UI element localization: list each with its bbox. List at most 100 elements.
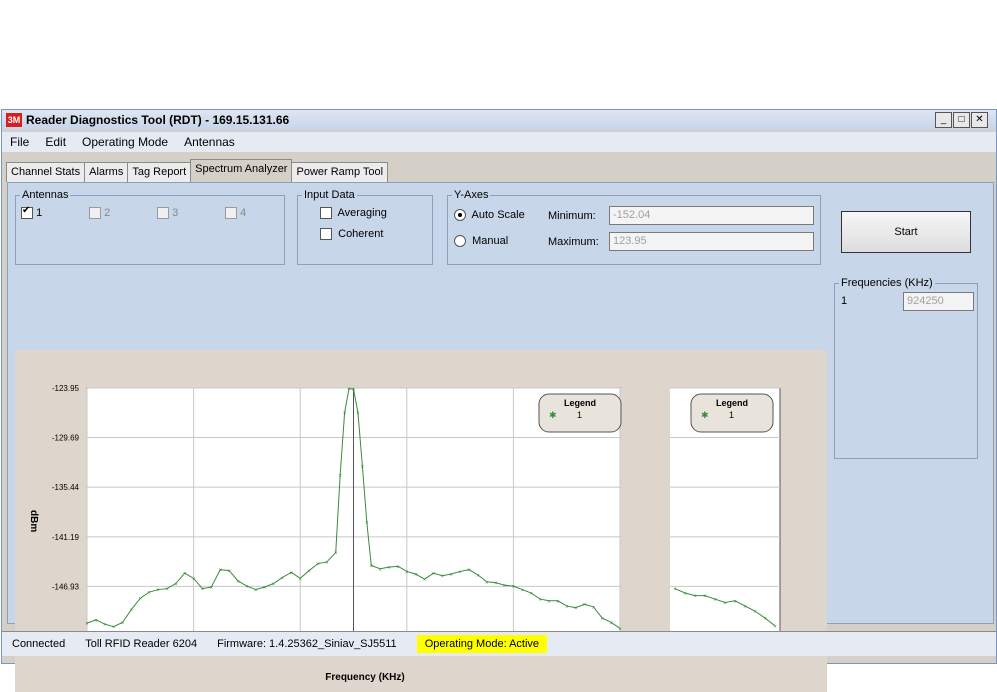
chart-point: × <box>227 569 231 575</box>
chart-legend-series-name: 1 <box>729 410 734 420</box>
maximize-icon[interactable]: □ <box>953 112 970 128</box>
averaging-option[interactable]: Averaging <box>320 207 387 220</box>
chart-point: × <box>396 565 400 571</box>
tab-channel-stats[interactable]: Channel Stats <box>6 162 86 182</box>
chart-point: × <box>485 580 489 586</box>
antenna-3-checkbox <box>157 207 169 220</box>
auto-scale-option[interactable]: Auto Scale <box>454 209 525 222</box>
status-operating-mode: Operating Mode: Active <box>416 635 548 653</box>
chart-point: × <box>600 617 604 623</box>
antenna-4-label: 4 <box>240 207 247 219</box>
chart-point: × <box>574 606 578 612</box>
status-reader: Toll RFID Reader 6204 <box>85 638 198 650</box>
input-data-legend: Input Data <box>304 189 355 201</box>
chart-point: × <box>414 573 418 579</box>
chart-point: × <box>592 605 596 611</box>
start-button[interactable]: Start <box>841 211 971 253</box>
chart-point: × <box>103 623 107 629</box>
chart-point: × <box>476 573 480 579</box>
chart-point: × <box>130 608 134 614</box>
minimize-icon[interactable]: _ <box>935 112 952 128</box>
chart2-point: × <box>733 599 737 605</box>
antenna-1-label: 1 <box>36 207 43 219</box>
chart2-point: × <box>763 617 767 623</box>
frequency-row-value[interactable]: 924250 <box>903 292 974 311</box>
chart-point: × <box>316 562 320 568</box>
antenna-3: 3 <box>157 207 225 220</box>
antenna-1-checkbox[interactable] <box>21 205 33 220</box>
chart-point: × <box>298 577 302 583</box>
manual-radio[interactable] <box>454 235 466 248</box>
status-firmware: Firmware: 1.4.25362_Siniav_SJ5511 <box>217 638 397 650</box>
close-icon[interactable]: ✕ <box>971 112 988 128</box>
menu-edit[interactable]: Edit <box>45 135 66 149</box>
antenna-4-checkbox <box>225 207 237 220</box>
antenna-4: 4 <box>225 207 265 220</box>
antenna-2: 2 <box>89 207 157 220</box>
antenna-3-label: 3 <box>172 207 179 219</box>
antenna-1[interactable]: 1 <box>21 205 89 220</box>
chart-point: × <box>245 585 249 591</box>
chart2-point: × <box>683 592 687 598</box>
chart-point: × <box>609 621 613 627</box>
chart-point: × <box>156 588 160 594</box>
manual-option[interactable]: Manual <box>454 235 509 248</box>
chart-point: × <box>547 599 551 605</box>
chart-legend-title: Legend <box>716 398 748 408</box>
antenna-2-checkbox <box>89 207 101 220</box>
chart2-point: × <box>743 604 747 610</box>
chart-x-axis-label: Frequency (KHz) <box>325 672 404 683</box>
chart2-point: × <box>673 587 677 593</box>
chart-point: × <box>423 578 427 584</box>
menu-file[interactable]: File <box>10 135 29 149</box>
chart-point: × <box>361 465 365 471</box>
chart-point: × <box>236 579 240 585</box>
chart2-point: × <box>753 610 757 616</box>
chart-point: × <box>218 568 222 574</box>
chart-point: × <box>565 604 569 610</box>
auto-scale-label: Auto Scale <box>471 209 525 221</box>
chart-point: × <box>378 567 382 573</box>
chart-point: × <box>338 473 342 479</box>
chart-point: × <box>365 521 369 527</box>
chart-point: × <box>272 582 276 588</box>
tab-power-ramp-tool[interactable]: Power Ramp Tool <box>291 162 389 182</box>
y-axes-legend: Y-Axes <box>454 189 489 201</box>
chart2-point: × <box>713 598 717 604</box>
tab-strip: Channel Stats Alarms Tag Report Spectrum… <box>6 159 389 183</box>
antennas-legend: Antennas <box>22 189 69 201</box>
chart-point: × <box>583 603 587 609</box>
chart-legend-title: Legend <box>564 398 596 408</box>
minimum-label: Minimum: <box>548 210 596 222</box>
chart-point: × <box>121 621 125 627</box>
chart-point: × <box>307 569 311 575</box>
chart-point: × <box>449 573 453 579</box>
chart-point: × <box>210 585 214 591</box>
menu-antennas[interactable]: Antennas <box>184 135 235 149</box>
chart2-point: × <box>773 624 777 630</box>
averaging-checkbox[interactable] <box>320 207 332 220</box>
chart-point: × <box>352 388 356 394</box>
frequencies-group: Frequencies (KHz) 1 924250 <box>834 277 978 459</box>
menu-operating-mode[interactable]: Operating Mode <box>82 135 168 149</box>
status-bar: Connected Toll RFID Reader 6204 Firmware… <box>2 631 996 656</box>
chart-point: × <box>556 599 560 605</box>
chart-y-tick-label: -141.19 <box>52 533 80 542</box>
tab-tag-report[interactable]: Tag Report <box>127 162 192 182</box>
coherent-option[interactable]: Coherent <box>320 228 384 241</box>
coherent-label: Coherent <box>338 228 384 240</box>
chart-point: × <box>165 587 169 593</box>
tab-alarms[interactable]: Alarms <box>84 162 129 182</box>
chart-point: × <box>494 581 498 587</box>
manual-label: Manual <box>472 235 509 247</box>
coherent-checkbox[interactable] <box>320 228 332 241</box>
window-title: Reader Diagnostics Tool (RDT) - 169.15.1… <box>26 113 290 127</box>
auto-scale-radio[interactable] <box>454 209 466 222</box>
tab-spectrum-analyzer[interactable]: Spectrum Analyzer <box>190 159 293 183</box>
chart-y-axis-label: dBm <box>28 510 39 532</box>
maximum-label: Maximum: <box>548 236 599 248</box>
chart-legend-marker: ✱ <box>701 410 709 420</box>
chart-point: × <box>254 588 258 594</box>
minimum-field: -152.04 <box>609 206 814 225</box>
chart-point: × <box>263 585 267 591</box>
